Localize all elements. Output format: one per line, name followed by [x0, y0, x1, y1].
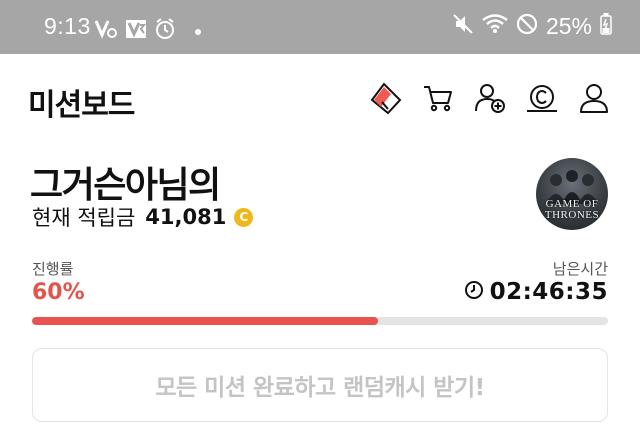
- cart-icon[interactable]: [412, 76, 464, 120]
- remaining-time-value: 02:46:35: [489, 279, 608, 305]
- alarm-icon: [154, 18, 176, 45]
- wifi-icon: [482, 14, 508, 39]
- status-time: 9:13: [44, 13, 91, 39]
- notification-dot: [195, 28, 201, 35]
- dnd-icon: [516, 13, 538, 40]
- ticket-icon[interactable]: [360, 76, 412, 120]
- progress-value: 60%: [32, 280, 85, 305]
- add-friend-icon[interactable]: [464, 76, 516, 120]
- avatar-logo-text: GAME OF THRONES: [545, 199, 599, 221]
- v3-icon: [94, 19, 118, 44]
- clock-icon: [464, 280, 484, 304]
- remaining-time-label: 남은시간: [552, 260, 608, 278]
- app-bar-actions: [360, 76, 620, 120]
- status-bar: 9:13 25%: [0, 0, 640, 54]
- status-left-icons: [94, 18, 201, 45]
- battery-icon: [600, 13, 612, 40]
- v3-icon: [125, 19, 147, 44]
- progress-bar-fill: [32, 317, 378, 325]
- avatar-text-line2: THRONES: [544, 209, 600, 221]
- app-bar: 미션보드: [0, 54, 640, 142]
- mute-icon: [452, 13, 474, 40]
- page-title: 미션보드: [28, 88, 135, 123]
- status-right-icons: 25%: [452, 13, 612, 40]
- claim-random-cash-button[interactable]: 모든 미션 완료하고 랜덤캐시 받기!: [32, 348, 608, 422]
- battery-percent: 25%: [545, 13, 592, 39]
- avatar[interactable]: GAME OF THRONES: [536, 158, 608, 230]
- remaining-time-row: 02:46:35: [464, 279, 608, 305]
- balance-value: 41,081: [145, 205, 227, 229]
- progress-section: 진행률 60% 남은시간 02:46:35: [0, 252, 640, 332]
- profile-icon[interactable]: [568, 76, 620, 120]
- user-nickname: 그거슨아님의: [30, 165, 221, 206]
- progress-label: 진행률: [32, 260, 74, 278]
- cash-icon[interactable]: [516, 76, 568, 120]
- profile-section: 그거슨아님의 현재 적립금 41,081 C GAME OF THRONES: [0, 142, 640, 252]
- balance-label: 현재 적립금: [32, 206, 136, 230]
- progress-bar: [32, 317, 608, 325]
- balance-row: 현재 적립금 41,081 C: [32, 202, 254, 232]
- coin-icon: C: [234, 207, 254, 227]
